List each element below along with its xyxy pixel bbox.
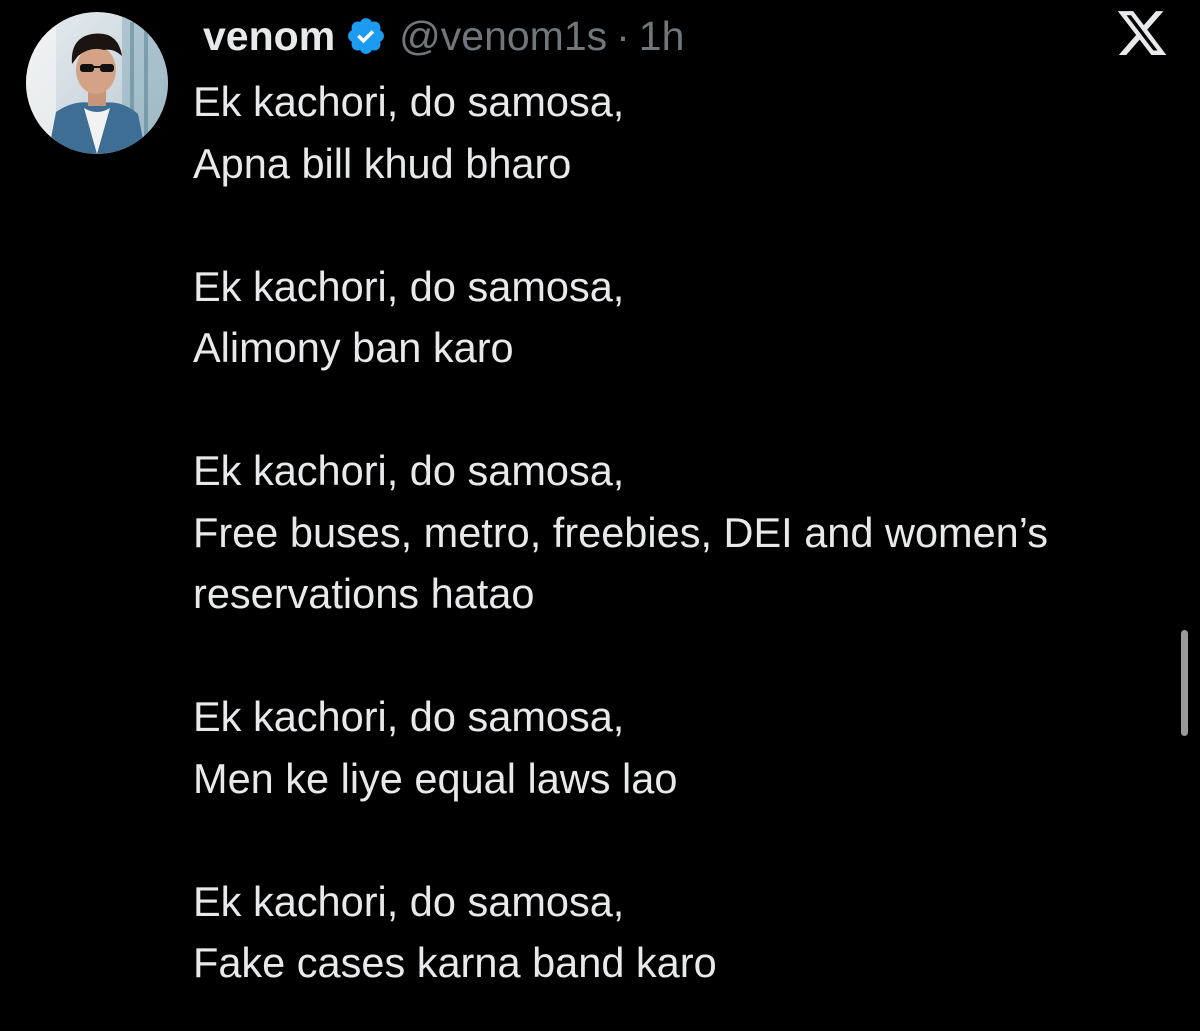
text-line: Ek kachori, do samosa, — [193, 693, 625, 740]
text-line: Ek kachori, do samosa, — [193, 262, 625, 310]
stanza: Ek kachori, do samosa, Fake cases karna … — [193, 871, 1183, 994]
text-line: Ek kachori, do samosa, — [193, 78, 625, 125]
tweet-card[interactable]: venom @venom1s · 1h Ek kachori, do samos… — [0, 0, 1200, 1031]
author-handle[interactable]: @venom1s — [399, 13, 607, 60]
author-display-name[interactable]: venom — [203, 13, 335, 60]
text-line: Men ke liye equal laws lao — [193, 754, 678, 802]
verified-badge-icon — [345, 15, 387, 57]
avatar-photo — [26, 12, 168, 154]
text-line: Apna bill khud bharo — [193, 139, 572, 187]
text-line: Free buses, metro, freebies, DEI and wom… — [193, 508, 1048, 556]
tweet-header: venom @venom1s · 1h — [203, 10, 684, 62]
stanza: Ek kachori, do samosa, Men ke liye equal… — [193, 686, 1183, 809]
text-line: Ek kachori, do samosa, — [193, 877, 625, 925]
stanza: Ek kachori, do samosa, Apna bill khud bh… — [193, 71, 1183, 194]
text-line: reservations hatao — [193, 570, 535, 617]
tweet-timestamp[interactable]: 1h — [639, 13, 685, 60]
tweet-text: Ek kachori, do samosa, Apna bill khud bh… — [193, 71, 1183, 994]
avatar[interactable] — [26, 12, 168, 154]
text-line: Fake cases karna band karo — [193, 939, 717, 986]
text-line: Alimony ban karo — [193, 324, 514, 371]
text-line: Ek kachori, do samosa, — [193, 447, 625, 494]
x-logo-icon[interactable] — [1115, 6, 1169, 60]
stanza: Ek kachori, do samosa, Free buses, metro… — [193, 440, 1183, 625]
scrollbar-thumb[interactable] — [1181, 630, 1188, 736]
stanza: Ek kachori, do samosa, Alimony ban karo — [193, 256, 1183, 379]
header-separator: · — [616, 12, 630, 59]
